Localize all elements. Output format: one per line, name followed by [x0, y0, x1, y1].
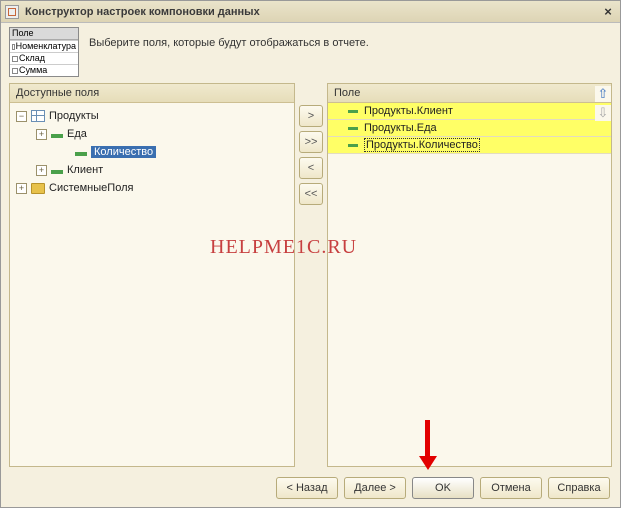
tree-node-system-fields[interactable]: + СистемныеПоля [12, 179, 292, 197]
back-button[interactable]: < Назад [276, 477, 338, 499]
move-up-button[interactable]: ⇧ [595, 86, 611, 102]
list-item[interactable]: Продукты.Количество [328, 137, 611, 154]
mini-row: Сумма [10, 64, 78, 76]
mini-row: Номенклатура [10, 40, 78, 52]
list-item[interactable]: Продукты.Еда [328, 120, 611, 137]
next-button[interactable]: Далее > [344, 477, 406, 499]
expand-icon[interactable]: + [36, 129, 47, 140]
selected-fields-panel: Поле Продукты.Клиент Продукты.Еда Продук… [327, 83, 612, 467]
dialog-window: Конструктор настроек компоновки данных ×… [0, 0, 621, 508]
remove-button[interactable]: < [299, 157, 323, 179]
field-icon [348, 127, 358, 130]
instruction-text: Выберите поля, которые будут отображатьс… [89, 27, 369, 49]
window-title: Конструктор настроек компоновки данных [25, 6, 600, 18]
field-icon [348, 144, 358, 147]
close-icon[interactable]: × [600, 5, 616, 19]
expand-icon[interactable]: + [16, 183, 27, 194]
tree-node-products[interactable]: − Продукты [12, 107, 292, 125]
field-icon [51, 170, 63, 174]
selected-fields-header: Поле [328, 84, 611, 103]
folder-icon [31, 183, 45, 194]
expand-icon[interactable]: + [36, 165, 47, 176]
collapse-icon[interactable]: − [16, 111, 27, 122]
transfer-buttons: > >> < << [297, 83, 325, 467]
app-icon [5, 5, 19, 19]
footer-buttons: < Назад Далее > OK Отмена Справка [1, 471, 620, 507]
field-icon [348, 110, 358, 113]
titlebar: Конструктор настроек компоновки данных × [1, 1, 620, 23]
add-all-button[interactable]: >> [299, 131, 323, 153]
mini-row: Склад [10, 52, 78, 64]
fields-tree: − Продукты + Еда Количество [10, 103, 294, 201]
selected-fields-list: Продукты.Клиент Продукты.Еда Продукты.Ко… [328, 103, 611, 154]
main-area: Доступные поля − Продукты + Еда [1, 83, 620, 471]
available-fields-body: − Продукты + Еда Количество [10, 103, 294, 466]
help-button[interactable]: Справка [548, 477, 610, 499]
field-icon [51, 134, 63, 138]
remove-all-button[interactable]: << [299, 183, 323, 205]
ok-button[interactable]: OK [412, 477, 474, 499]
tree-node-quantity[interactable]: Количество [12, 143, 292, 161]
move-down-button[interactable]: ⇩ [595, 105, 611, 121]
header-area: Поле Номенклатура Склад Сумма Выберите п… [1, 23, 620, 83]
mini-fields-preview: Поле Номенклатура Склад Сумма [9, 27, 79, 77]
field-icon [75, 152, 87, 156]
tree-node-eda[interactable]: + Еда [12, 125, 292, 143]
table-icon [31, 110, 45, 122]
tree-node-client[interactable]: + Клиент [12, 161, 292, 179]
available-fields-panel: Доступные поля − Продукты + Еда [9, 83, 295, 467]
add-button[interactable]: > [299, 105, 323, 127]
available-fields-header: Доступные поля [10, 84, 294, 103]
spacer [60, 147, 71, 158]
mini-header: Поле [10, 28, 78, 40]
reorder-buttons: ⇧ ⇩ [594, 86, 612, 121]
list-item[interactable]: Продукты.Клиент [328, 103, 611, 120]
cancel-button[interactable]: Отмена [480, 477, 542, 499]
selected-fields-body: Продукты.Клиент Продукты.Еда Продукты.Ко… [328, 103, 611, 466]
